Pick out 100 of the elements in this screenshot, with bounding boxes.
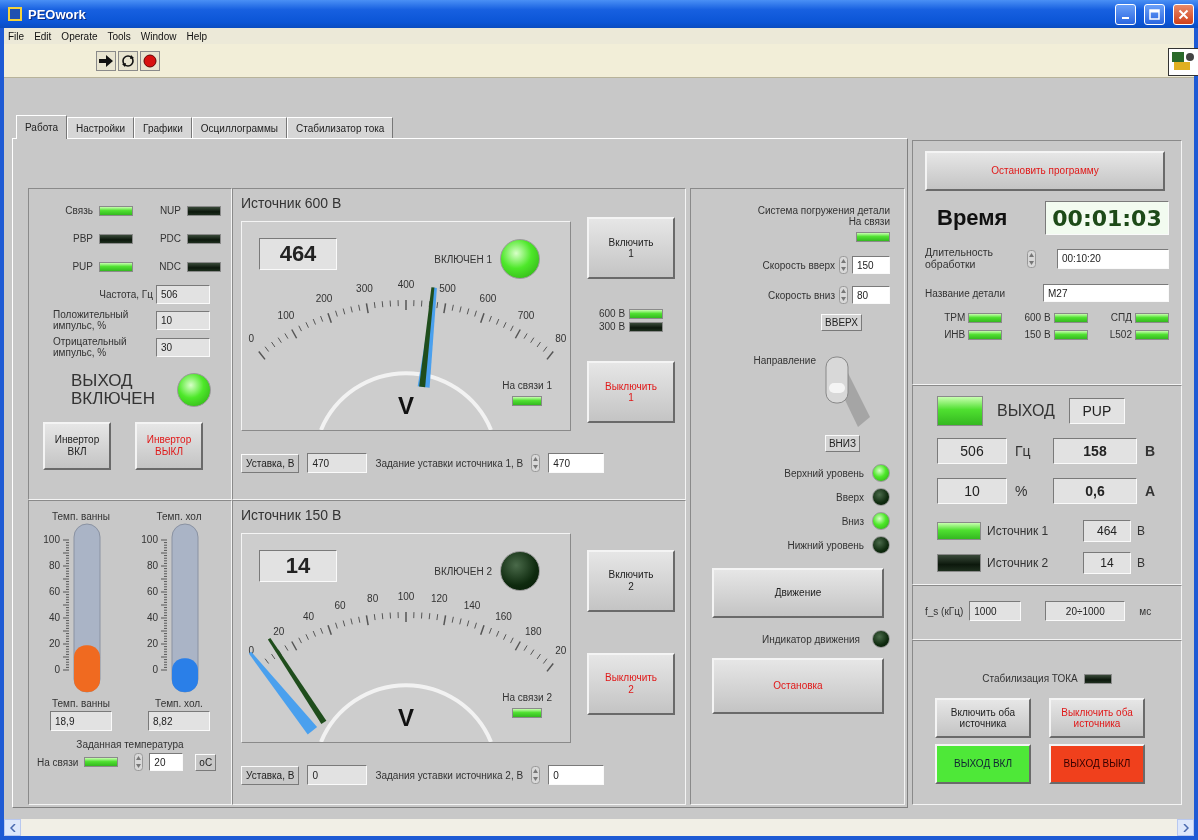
scroll-right-button[interactable] <box>1177 819 1194 836</box>
stabilization-button[interactable]: ВЫХОД ВЫКЛ <box>1049 744 1145 784</box>
setpoint-readout: 470 <box>307 453 368 473</box>
duration-field[interactable]: 00:10:20 <box>1057 248 1169 269</box>
scroll-left-button[interactable] <box>4 819 21 836</box>
unit-label: Гц <box>1015 443 1032 459</box>
scale-label: 80 <box>367 593 379 605</box>
unit-label: В <box>1137 556 1146 570</box>
value-readout: 506 <box>156 285 210 304</box>
minimize-icon <box>1122 17 1129 19</box>
move-button[interactable]: Движение <box>712 568 884 618</box>
unit-label: V <box>398 704 414 731</box>
field-label: Частота, Гц <box>99 289 153 300</box>
inverter-button[interactable]: Инвертор ВЫКЛ <box>135 421 203 470</box>
inverter-button[interactable]: Инвертор ВКЛ <box>43 421 111 470</box>
run-continuously-button[interactable] <box>118 50 138 71</box>
scale-label: 180 <box>524 626 542 638</box>
tab[interactable]: Настройки <box>67 117 135 138</box>
field-label: Название детали <box>925 287 1005 299</box>
scale-label: 20 <box>273 626 285 638</box>
scale-label: 0 <box>248 333 255 345</box>
unit-label: В <box>1137 524 1146 538</box>
state-label: ВКЛЮЧЕН 2 <box>434 565 492 577</box>
vi-icon <box>1168 48 1198 76</box>
speed-label: Скорость вниз <box>768 289 835 301</box>
on-button[interactable]: Включить 2 <box>587 549 675 612</box>
value-readout: 506 <box>937 438 1007 464</box>
spin-buttons[interactable] <box>839 286 848 304</box>
led-label: Связь <box>65 205 93 216</box>
led-label: ТРМ <box>944 312 966 324</box>
menu-item[interactable]: Help <box>186 30 207 42</box>
link-label: На связи <box>848 216 890 227</box>
scale-label: 40 <box>48 612 60 623</box>
spin-buttons[interactable] <box>531 766 541 784</box>
scale-label: 140 <box>463 599 481 611</box>
led-label: L502 <box>1109 329 1132 341</box>
scale-label: 60 <box>48 586 60 597</box>
menu-item[interactable]: Tools <box>107 30 131 42</box>
tab[interactable]: Работа <box>16 115 67 139</box>
scale-label: 100 <box>43 534 60 545</box>
panel-title: Источник 150 В <box>241 507 343 525</box>
temperature-readout: 18,9 <box>50 711 112 731</box>
voltage-readout: 464 <box>259 238 337 270</box>
stop-circle-icon <box>143 53 157 68</box>
speed-field[interactable]: 80 <box>852 286 890 304</box>
unit-label: оС <box>195 753 217 771</box>
scale-label: 100 <box>141 534 158 545</box>
spin-buttons[interactable] <box>1026 249 1036 268</box>
speed-field[interactable]: 150 <box>852 256 890 274</box>
target-field[interactable]: 470 <box>548 453 605 473</box>
scale-label: 60 <box>146 586 158 597</box>
value-readout: 10 <box>937 478 1007 504</box>
close-button[interactable] <box>1173 3 1194 25</box>
field-label: Положительный импульс, % <box>53 309 130 331</box>
run-button[interactable] <box>96 50 116 71</box>
on-button[interactable]: Включить 1 <box>587 217 675 279</box>
tab[interactable]: Осциллограммы <box>191 117 287 138</box>
speed-label: Скорость вверх <box>762 259 835 271</box>
temperature-readout: 8,82 <box>148 711 210 731</box>
readout-label: Темп. хол. <box>155 698 203 709</box>
spin-buttons[interactable] <box>839 256 848 274</box>
tab[interactable]: Стабилизатор тока <box>286 117 394 138</box>
output-label: ВЫХОД <box>997 402 1055 420</box>
field-label: Отрицательный импульс, % <box>53 336 128 358</box>
thermometer-title: Темп. хол <box>156 511 202 522</box>
menu-item[interactable]: File <box>8 30 25 42</box>
spin-buttons[interactable] <box>531 454 541 472</box>
indicator-label: Нижний уровень <box>787 539 864 551</box>
scale-label: 100 <box>277 310 295 321</box>
target-label: Задания уставки источника 2, В <box>375 769 524 781</box>
unit-label: В <box>1145 443 1157 459</box>
part-name-field[interactable]: М27 <box>1043 284 1169 303</box>
output-status-label: ВЫХОД ВКЛЮЧЕН <box>71 372 155 408</box>
temperature-field[interactable]: 20 <box>149 753 184 771</box>
stabilization-button[interactable]: ВЫХОД ВКЛ <box>935 744 1031 784</box>
menu-item[interactable]: Operate <box>61 30 98 42</box>
scale-label: 700 <box>517 310 535 321</box>
cycle-arrows-icon <box>121 53 135 68</box>
led-label: NDC <box>159 261 181 272</box>
stabilization-button[interactable]: Выключить оба источника <box>1049 698 1145 738</box>
panel-title: Источник 600 В <box>241 195 343 213</box>
scale-label: 20 <box>146 638 158 649</box>
stabilization-button[interactable]: Включить оба источника <box>935 698 1031 738</box>
minimize-button[interactable] <box>1115 3 1136 25</box>
source-label: Источник 2 <box>987 556 1050 570</box>
scale-label: 400 <box>397 279 415 290</box>
menu-item[interactable]: Edit <box>34 30 52 42</box>
spin-buttons[interactable] <box>134 753 144 771</box>
range-readout: 20÷1000 <box>1045 601 1126 621</box>
abort-button[interactable] <box>140 50 160 71</box>
target-field[interactable]: 0 <box>548 765 605 785</box>
menu-item[interactable]: Window <box>140 30 177 42</box>
setpoint-title: Заданная температура <box>76 739 184 750</box>
maximize-button[interactable] <box>1144 3 1165 25</box>
unit-label: А <box>1145 483 1157 499</box>
tab[interactable]: Графики <box>134 117 192 138</box>
led-label: NUP <box>159 205 181 216</box>
time-readout: 00:01:03 <box>1045 201 1169 235</box>
panel-title: Система погружения детали <box>757 205 890 216</box>
led-label: СПД <box>1110 312 1132 324</box>
